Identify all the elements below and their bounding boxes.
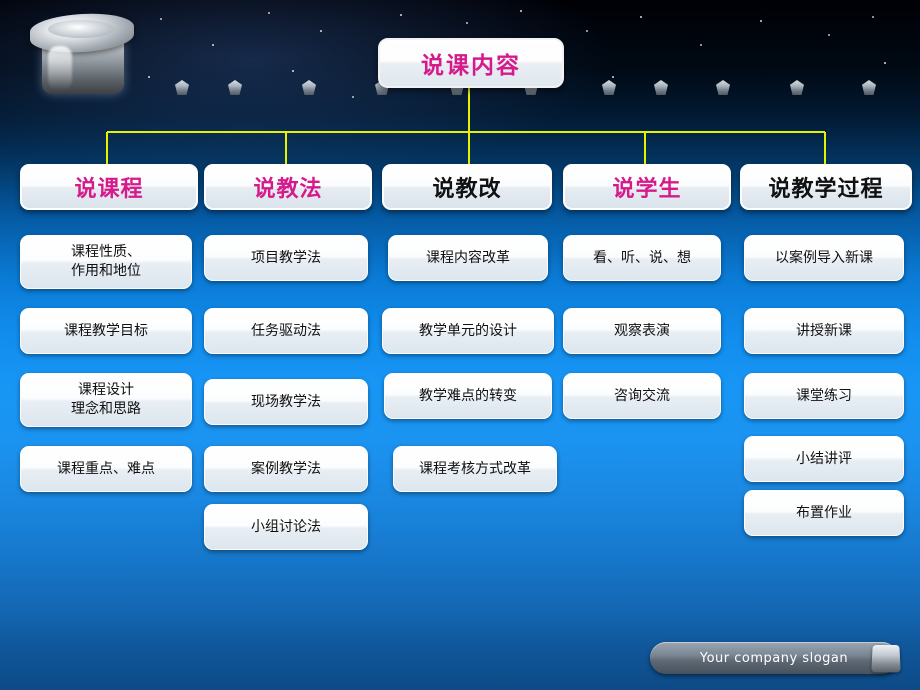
item-5-5-label: 布置作业 (796, 504, 852, 521)
item-2-1[interactable]: 项目教学法 (204, 235, 368, 281)
diagram-title: 说课内容 (421, 53, 521, 79)
column-header-5[interactable]: 说教学过程 (740, 164, 912, 210)
item-3-2[interactable]: 教学单元的设计 (382, 308, 554, 354)
item-3-2-label: 教学单元的设计 (419, 322, 517, 339)
column-header-3[interactable]: 说教改 (382, 164, 552, 210)
item-3-3[interactable]: 教学难点的转变 (384, 373, 552, 419)
metallic-cube-logo (22, 6, 140, 102)
item-3-4-label: 课程考核方式改革 (419, 460, 531, 477)
company-slogan-label: Your company slogan (699, 650, 849, 666)
item-5-2-label: 讲授新课 (796, 322, 852, 339)
item-5-5[interactable]: 布置作业 (744, 490, 904, 536)
item-2-4[interactable]: 案例教学法 (204, 446, 368, 492)
column-header-4-label: 说学生 (612, 177, 682, 202)
item-5-2[interactable]: 讲授新课 (744, 308, 904, 354)
item-1-2[interactable]: 课程教学目标 (20, 308, 192, 354)
item-5-4[interactable]: 小结讲评 (744, 436, 904, 482)
item-1-4[interactable]: 课程重点、难点 (20, 446, 192, 492)
item-4-3-label: 咨询交流 (614, 387, 670, 404)
item-4-2-label: 观察表演 (614, 322, 670, 339)
item-2-3[interactable]: 现场教学法 (204, 379, 368, 425)
slogan-cube-icon (871, 644, 901, 673)
column-header-2-label: 说教法 (253, 177, 323, 202)
column-header-3-label: 说教改 (432, 177, 502, 202)
column-header-2[interactable]: 说教法 (204, 164, 372, 210)
item-2-5-label: 小组讨论法 (251, 518, 321, 535)
item-2-2[interactable]: 任务驱动法 (204, 308, 368, 354)
item-4-2[interactable]: 观察表演 (563, 308, 721, 354)
item-5-1[interactable]: 以案例导入新课 (744, 235, 904, 281)
item-1-3[interactable]: 课程设计 理念和思路 (20, 373, 192, 427)
item-5-3[interactable]: 课堂练习 (744, 373, 904, 419)
item-1-3-label: 课程设计 理念和思路 (71, 382, 141, 417)
slide-canvas: 说课内容 说课程 课程性质、 作用和地位 课程教学目标 课程设计 理念和思路 课… (0, 0, 920, 690)
item-2-1-label: 项目教学法 (251, 249, 321, 266)
column-header-1-label: 说课程 (74, 177, 144, 202)
item-5-1-label: 以案例导入新课 (775, 249, 873, 266)
item-3-1[interactable]: 课程内容改革 (388, 235, 548, 281)
item-2-2-label: 任务驱动法 (251, 322, 321, 339)
company-slogan-bar[interactable]: Your company slogan (650, 642, 898, 674)
item-4-1[interactable]: 看、听、说、想 (563, 235, 721, 281)
item-2-3-label: 现场教学法 (251, 393, 321, 410)
item-4-3[interactable]: 咨询交流 (563, 373, 721, 419)
item-2-4-label: 案例教学法 (251, 460, 321, 477)
item-1-1-label: 课程性质、 作用和地位 (71, 244, 141, 279)
item-3-4[interactable]: 课程考核方式改革 (393, 446, 557, 492)
item-3-1-label: 课程内容改革 (426, 249, 510, 266)
item-1-4-label: 课程重点、难点 (57, 460, 155, 477)
item-4-1-label: 看、听、说、想 (593, 249, 691, 266)
item-1-2-label: 课程教学目标 (64, 322, 148, 339)
column-header-5-label: 说教学过程 (768, 177, 884, 202)
item-5-3-label: 课堂练习 (796, 387, 852, 404)
item-3-3-label: 教学难点的转变 (419, 387, 517, 404)
diagram-title-box: 说课内容 (378, 38, 564, 88)
item-1-1[interactable]: 课程性质、 作用和地位 (20, 235, 192, 289)
item-5-4-label: 小结讲评 (796, 450, 852, 467)
column-header-4[interactable]: 说学生 (563, 164, 731, 210)
column-header-1[interactable]: 说课程 (20, 164, 198, 210)
item-2-5[interactable]: 小组讨论法 (204, 504, 368, 550)
